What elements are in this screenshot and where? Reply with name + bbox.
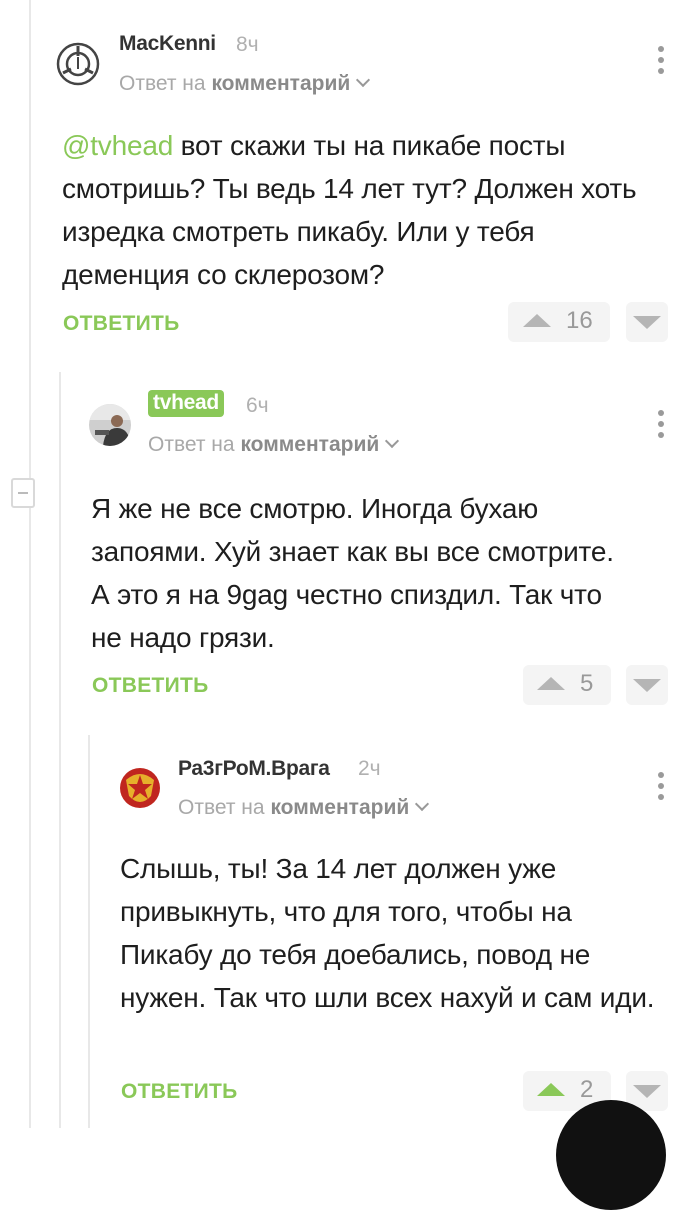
rating-box: 16 [508,302,610,342]
chevron-down-icon [385,433,400,449]
more-menu-icon[interactable] [656,772,666,802]
collapse-thread-button[interactable] [11,478,35,508]
thread-line-level-0 [29,0,31,1128]
upvote-icon[interactable] [537,1083,565,1096]
reply-to-prefix: Ответ на [119,72,206,95]
reply-to-link[interactable]: Ответ на комментарий [178,796,430,820]
username[interactable]: MacKenni [119,32,216,56]
downvote-button[interactable] [626,665,668,705]
downvote-icon [633,316,661,329]
reply-button[interactable]: ОТВЕТИТЬ [121,1080,238,1104]
more-menu-icon[interactable] [656,46,666,76]
avatar[interactable] [118,766,162,810]
user-photo-avatar [89,404,131,446]
reply-to-link[interactable]: Ответ на комментарий [119,72,371,96]
comment-time: 2ч [358,757,381,780]
red-emblem-avatar [118,766,162,810]
upvote-icon[interactable] [523,314,551,327]
avatar[interactable] [89,404,131,446]
comment-time: 8ч [236,33,259,56]
reply-to-prefix: Ответ на [178,796,265,819]
upvote-icon[interactable] [537,677,565,690]
reply-button[interactable]: ОТВЕТИТЬ [92,674,209,698]
username[interactable]: tvhead [148,390,224,417]
reply-to-target: комментарий [240,433,380,456]
chevron-down-icon [415,796,430,812]
reply-to-target: комментарий [211,72,351,95]
floating-action-button[interactable] [556,1100,666,1210]
user-mention-link[interactable]: @tvhead [62,130,173,161]
downvote-button[interactable] [626,302,668,342]
rating-box: 5 [523,665,611,705]
rating-count: 5 [580,670,594,697]
reply-to-prefix: Ответ на [148,433,235,456]
more-menu-icon[interactable] [656,410,666,440]
comment-text: Слышь, ты! За 14 лет должен уже привыкну… [120,853,655,1013]
downvote-icon [633,679,661,692]
rating-count: 16 [566,307,593,334]
thread-line-level-1 [59,372,61,1128]
comment-text: Я же не все смотрю. Иногда бухаю запоями… [91,493,614,653]
downvote-icon [633,1085,661,1098]
rating-count: 2 [580,1076,594,1103]
reply-to-target: комментарий [270,796,410,819]
username[interactable]: Ра3гРоМ.Врага [178,757,330,781]
thread-line-level-2 [88,735,90,1128]
chevron-down-icon [356,72,371,88]
comment-time: 6ч [246,394,269,417]
scp-logo-icon [56,42,100,86]
comment-text: @tvhead вот скажи ты на пикабе посты смо… [62,124,662,296]
reply-to-link[interactable]: Ответ на комментарий [148,433,400,457]
reply-button[interactable]: ОТВЕТИТЬ [63,312,180,336]
avatar[interactable] [56,42,100,86]
